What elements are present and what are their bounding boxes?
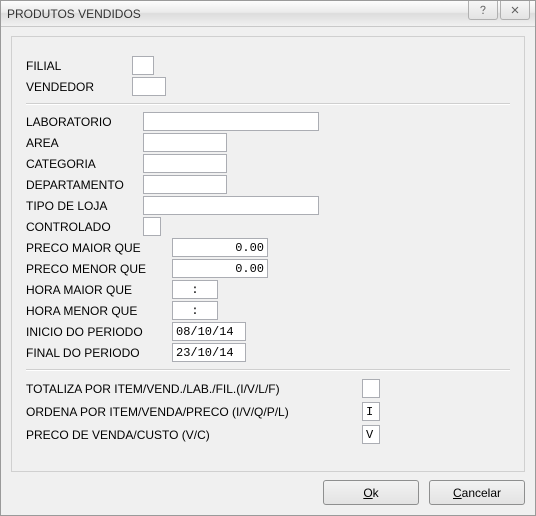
close-icon <box>509 4 521 16</box>
row-laboratorio: LABORATORIO <box>26 111 510 132</box>
cancel-rest: ancelar <box>462 486 501 500</box>
label-totaliza: TOTALIZA POR ITEM/VEND./LAB./FIL.(I/V/L/… <box>26 382 362 396</box>
input-totaliza[interactable] <box>362 379 380 398</box>
input-ordena[interactable] <box>362 402 380 421</box>
ok-rest: k <box>373 486 379 500</box>
help-icon <box>477 4 489 16</box>
close-button[interactable] <box>500 1 530 20</box>
dialog-window: PRODUTOS VENDIDOS FILIAL VENDEDOR <box>0 0 536 516</box>
form-panel: FILIAL VENDEDOR LABORATORIO AREA CATEGOR… <box>11 36 525 472</box>
row-departamento: DEPARTAMENTO <box>26 174 510 195</box>
button-bar: Ok Cancelar <box>11 472 525 505</box>
input-departamento[interactable] <box>143 175 227 194</box>
row-inicio: INICIO DO PERIODO <box>26 321 510 342</box>
client-area: FILIAL VENDEDOR LABORATORIO AREA CATEGOR… <box>1 27 535 515</box>
label-inicio: INICIO DO PERIODO <box>26 325 172 339</box>
input-preco-maior[interactable] <box>172 238 268 257</box>
input-preco-vc[interactable] <box>362 425 380 444</box>
label-hora-menor: HORA MENOR QUE <box>26 304 172 318</box>
label-filial: FILIAL <box>26 59 132 73</box>
label-controlado: CONTROLADO <box>26 220 143 234</box>
window-controls <box>468 1 535 26</box>
label-area: AREA <box>26 136 143 150</box>
cancel-underline: C <box>453 486 462 500</box>
input-vendedor[interactable] <box>132 77 166 96</box>
row-hora-menor: HORA MENOR QUE <box>26 300 510 321</box>
input-filial[interactable] <box>132 56 154 75</box>
label-laboratorio: LABORATORIO <box>26 115 143 129</box>
label-departamento: DEPARTAMENTO <box>26 178 143 192</box>
row-categoria: CATEGORIA <box>26 153 510 174</box>
row-vendedor: VENDEDOR <box>26 76 510 97</box>
titlebar: PRODUTOS VENDIDOS <box>1 1 535 27</box>
ok-button[interactable]: Ok <box>323 480 419 505</box>
label-hora-maior: HORA MAIOR QUE <box>26 283 172 297</box>
row-final: FINAL DO PERIODO <box>26 342 510 363</box>
input-final[interactable] <box>172 343 246 362</box>
label-final: FINAL DO PERIODO <box>26 346 172 360</box>
label-categoria: CATEGORIA <box>26 157 143 171</box>
input-preco-menor[interactable] <box>172 259 268 278</box>
row-hora-maior: HORA MAIOR QUE <box>26 279 510 300</box>
ok-underline: O <box>363 486 372 500</box>
row-preco-menor: PRECO MENOR QUE <box>26 258 510 279</box>
row-area: AREA <box>26 132 510 153</box>
row-preco-maior: PRECO MAIOR QUE <box>26 237 510 258</box>
label-vendedor: VENDEDOR <box>26 80 132 94</box>
row-preco-vc: PRECO DE VENDA/CUSTO (V/C) <box>26 423 510 446</box>
label-preco-maior: PRECO MAIOR QUE <box>26 241 172 255</box>
input-area[interactable] <box>143 133 227 152</box>
input-tipo-loja[interactable] <box>143 196 319 215</box>
label-preco-menor: PRECO MENOR QUE <box>26 262 172 276</box>
separator-1 <box>26 103 510 105</box>
row-tipo-loja: TIPO DE LOJA <box>26 195 510 216</box>
window-title: PRODUTOS VENDIDOS <box>7 7 468 21</box>
label-tipo-loja: TIPO DE LOJA <box>26 199 143 213</box>
row-ordena: ORDENA POR ITEM/VENDA/PRECO (I/V/Q/P/L) <box>26 400 510 423</box>
separator-2 <box>26 369 510 371</box>
row-filial: FILIAL <box>26 55 510 76</box>
row-controlado: CONTROLADO <box>26 216 510 237</box>
label-preco-vc: PRECO DE VENDA/CUSTO (V/C) <box>26 428 362 442</box>
input-laboratorio[interactable] <box>143 112 319 131</box>
input-hora-menor[interactable] <box>172 301 218 320</box>
label-ordena: ORDENA POR ITEM/VENDA/PRECO (I/V/Q/P/L) <box>26 405 362 419</box>
cancel-button[interactable]: Cancelar <box>429 480 525 505</box>
row-totaliza: TOTALIZA POR ITEM/VEND./LAB./FIL.(I/V/L/… <box>26 377 510 400</box>
help-button[interactable] <box>468 1 498 20</box>
input-categoria[interactable] <box>143 154 227 173</box>
input-controlado[interactable] <box>143 217 161 236</box>
input-inicio[interactable] <box>172 322 246 341</box>
input-hora-maior[interactable] <box>172 280 218 299</box>
